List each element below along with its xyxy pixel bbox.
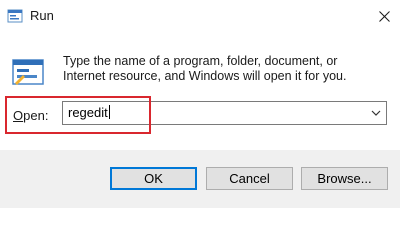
open-label: Open:: [13, 108, 48, 123]
title-bar: Run: [0, 0, 400, 32]
window-title: Run: [30, 8, 54, 23]
ok-button[interactable]: OK: [110, 167, 197, 190]
open-label-text: pen:: [23, 108, 49, 123]
chevron-down-icon[interactable]: [370, 107, 382, 119]
run-app-icon: [7, 9, 23, 23]
open-combobox[interactable]: regedit: [62, 101, 387, 125]
close-icon: [378, 10, 390, 22]
run-app-icon: [12, 59, 44, 85]
browse-button[interactable]: Browse...: [301, 167, 388, 190]
open-input[interactable]: regedit: [68, 105, 110, 120]
run-dialog: Run Type the name of a program, folder, …: [0, 0, 400, 208]
open-input-value: regedit: [68, 105, 108, 120]
dialog-description: Type the name of a program, folder, docu…: [63, 54, 347, 83]
cancel-button[interactable]: Cancel: [206, 167, 293, 190]
close-button[interactable]: [368, 0, 400, 32]
open-label-accelerator: O: [13, 108, 24, 123]
text-cursor: [108, 105, 110, 119]
